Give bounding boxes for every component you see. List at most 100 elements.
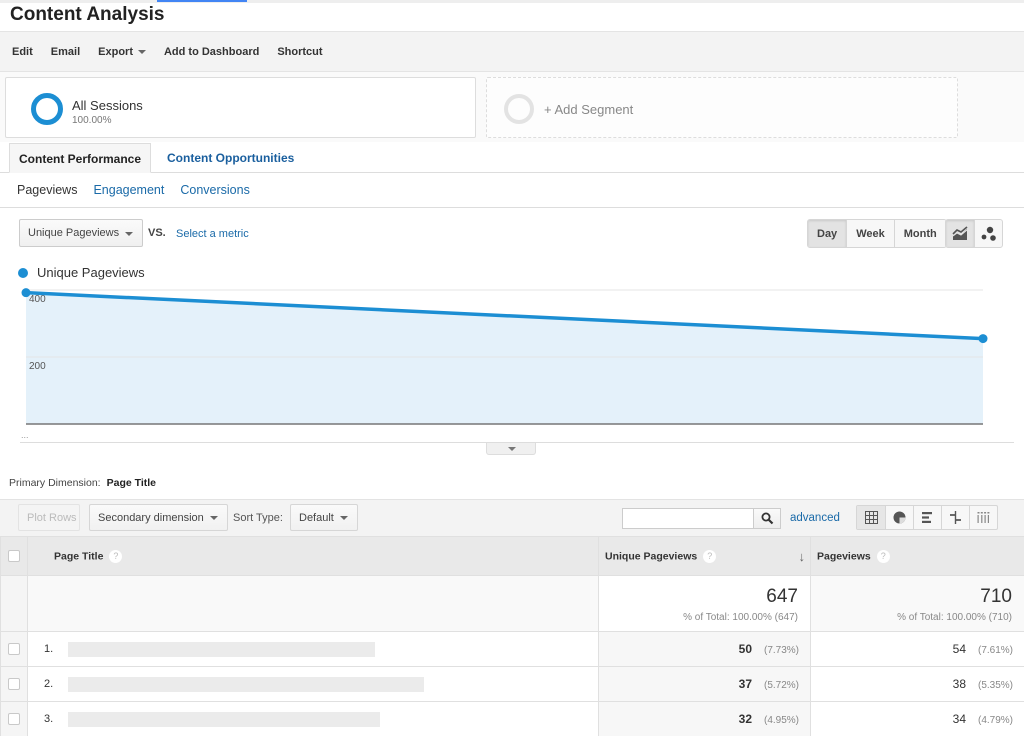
chevron-down-icon	[340, 516, 348, 520]
tab-content-opportunities[interactable]: Content Opportunities	[158, 143, 303, 173]
help-icon[interactable]: ?	[876, 549, 890, 563]
table-row: 3. 32 (4.95%) 34 (4.79%)	[0, 701, 1024, 736]
legend-swatch	[18, 267, 28, 278]
pageviews-cell: 38 (5.35%)	[810, 666, 1024, 702]
legend-label: Unique Pageviews	[37, 265, 145, 280]
metric-select-value: Unique Pageviews	[28, 227, 120, 239]
cell-percent: (4.79%)	[977, 715, 1013, 726]
advanced-filter-link[interactable]: advanced	[790, 512, 840, 524]
segment-all-sessions[interactable]: All Sessions 100.00%	[5, 77, 476, 138]
y-tick-label: 400	[29, 294, 46, 305]
column-label: Page Title	[54, 549, 104, 562]
page-title-cell: 3.	[27, 701, 599, 736]
select-all-cell	[0, 536, 28, 576]
period-toggle: Day Week Month	[807, 219, 947, 248]
performance-view-button[interactable]	[913, 506, 941, 529]
total-percent: % of Total: 100.00% (647)	[683, 612, 798, 623]
column-header-unique-pageviews[interactable]: Unique Pageviews? ↓	[598, 536, 811, 576]
column-label: Pageviews	[817, 549, 871, 562]
search-icon	[761, 512, 773, 525]
cell-percent: (5.35%)	[977, 680, 1013, 691]
column-header-pageviews[interactable]: Pageviews?	[810, 536, 1024, 576]
add-to-dashboard-button[interactable]: Add to Dashboard	[164, 46, 259, 58]
segment-name: All Sessions	[72, 98, 143, 113]
row-checkbox-cell	[0, 631, 28, 667]
select-all-checkbox[interactable]	[8, 550, 20, 562]
total-unique-pageviews: 647 % of Total: 100.00% (647)	[598, 575, 811, 632]
primary-dimension: Primary Dimension: Page Title	[9, 477, 156, 489]
table-row: 2. 37 (5.72%) 38 (5.35%)	[0, 666, 1024, 702]
search-button[interactable]	[753, 508, 781, 529]
active-indicator	[157, 0, 247, 2]
line-chart: 200 400	[0, 280, 1024, 455]
chevron-down-icon	[137, 49, 146, 54]
subtab-conversions[interactable]: Conversions	[180, 183, 249, 197]
edit-button[interactable]: Edit	[12, 46, 33, 58]
row-checkbox[interactable]	[8, 643, 20, 655]
cell-percent: (4.95%)	[763, 715, 799, 726]
comparison-view-button[interactable]	[941, 506, 969, 529]
secondary-dimension-select[interactable]: Secondary dimension	[89, 504, 228, 531]
export-button[interactable]: Export	[98, 46, 146, 58]
table-row: 1. 50 (7.73%) 54 (7.61%)	[0, 631, 1024, 667]
row-checkbox-cell	[0, 666, 28, 702]
chevron-down-icon	[125, 232, 133, 236]
redacted-page-title[interactable]	[68, 641, 375, 657]
sort-type-value: Default	[299, 512, 334, 524]
bar-chart-icon	[922, 512, 932, 523]
motion-chart-button[interactable]	[974, 220, 1002, 247]
redacted-page-title[interactable]	[68, 711, 380, 727]
redacted-page-title[interactable]	[68, 676, 424, 692]
page-title-cell: 1.	[27, 631, 599, 667]
week-button[interactable]: Week	[846, 220, 894, 247]
data-table-view-button[interactable]	[857, 506, 885, 529]
chart-collapse-handle[interactable]	[486, 443, 536, 455]
primary-dimension-label: Primary Dimension:	[9, 477, 101, 489]
row-checkbox[interactable]	[8, 678, 20, 690]
tab-content-performance[interactable]: Content Performance	[9, 143, 152, 173]
select-metric-link[interactable]: Select a metric	[176, 228, 249, 240]
unique-pageviews-cell: 50 (7.73%)	[598, 631, 811, 667]
day-button[interactable]: Day	[808, 220, 847, 247]
sort-type-select[interactable]: Default	[290, 504, 358, 531]
month-button[interactable]: Month	[893, 220, 946, 247]
chart-svg: 200 400	[21, 288, 988, 425]
plot-rows-button[interactable]: Plot Rows	[18, 504, 80, 531]
shortcut-button[interactable]: Shortcut	[277, 46, 322, 58]
column-header-page-title[interactable]: Page Title?	[27, 536, 599, 576]
metric-select[interactable]: Unique Pageviews	[19, 219, 143, 247]
comparison-icon	[950, 511, 961, 524]
total-value: 710	[980, 586, 1012, 607]
cell-percent: (7.61%)	[977, 645, 1013, 656]
help-icon[interactable]: ?	[703, 549, 717, 563]
row-checkbox[interactable]	[8, 713, 20, 725]
percentage-view-button[interactable]	[885, 506, 913, 529]
email-button[interactable]: Email	[51, 46, 80, 58]
pivot-icon	[977, 512, 990, 523]
add-segment-button[interactable]: + Add Segment	[486, 77, 958, 138]
empty-segment-donut-icon	[504, 94, 534, 124]
cell-value: 32	[738, 712, 752, 726]
line-chart-icon	[952, 225, 968, 240]
cell-value: 37	[738, 677, 752, 691]
primary-dimension-value[interactable]: Page Title	[107, 477, 156, 489]
subtab-engagement[interactable]: Engagement	[93, 183, 164, 197]
cell-value: 38	[952, 677, 966, 691]
pivot-view-button[interactable]	[969, 506, 997, 529]
chart-type-toggle	[945, 219, 1003, 248]
top-strip	[0, 0, 1024, 3]
secondary-dimension-label: Secondary dimension	[98, 512, 204, 524]
add-segment-label: + Add Segment	[544, 102, 634, 117]
pie-chart-icon	[893, 511, 906, 524]
row-rank: 3.	[44, 713, 54, 726]
total-pageviews: 710 % of Total: 100.00% (710)	[810, 575, 1024, 632]
table-search-input[interactable]	[622, 508, 754, 529]
pageviews-cell: 54 (7.61%)	[810, 631, 1024, 667]
chevron-down-icon	[508, 447, 516, 451]
line-chart-button[interactable]	[946, 220, 974, 247]
shortcut-label: Shortcut	[277, 45, 323, 58]
subtab-pageviews[interactable]: Pageviews	[17, 183, 77, 197]
help-icon[interactable]: ?	[109, 549, 123, 563]
table-icon	[864, 511, 878, 524]
row-rank: 2.	[44, 678, 54, 691]
